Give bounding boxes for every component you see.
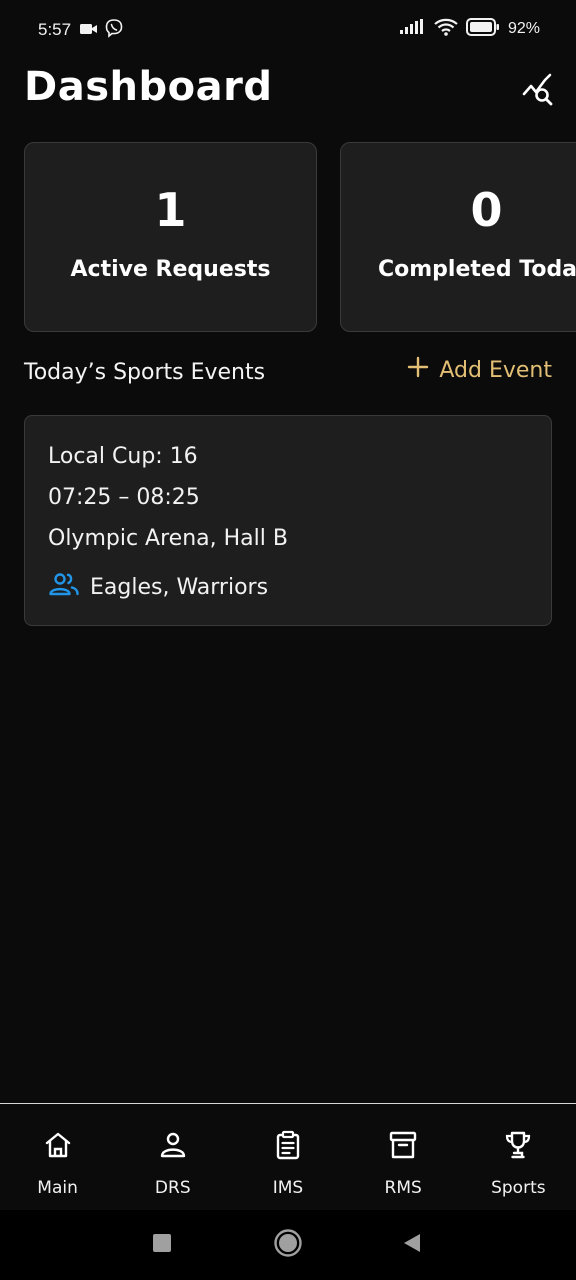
status-bar: 5:57 92%: [0, 0, 576, 64]
event-title: Local Cup: 16: [48, 444, 198, 469]
bottom-nav: Main DRS IMS RMS Sports: [0, 1103, 576, 1210]
person-icon: [158, 1130, 188, 1164]
nav-label: RMS: [384, 1178, 422, 1198]
status-right: 92%: [399, 18, 540, 40]
home-system-button[interactable]: [271, 1228, 305, 1262]
signal-icon: [399, 19, 426, 39]
nav-item-main[interactable]: Main: [0, 1104, 115, 1210]
people-icon: [48, 571, 80, 603]
home-icon: [43, 1130, 73, 1164]
nav-item-rms[interactable]: RMS: [346, 1104, 461, 1210]
nav-label: Sports: [491, 1178, 546, 1198]
back-button[interactable]: [395, 1228, 429, 1262]
nav-label: Main: [37, 1178, 78, 1198]
video-icon: [80, 21, 98, 40]
circle-icon: [273, 1228, 303, 1262]
chart-search-button[interactable]: [518, 72, 558, 112]
event-venue: Olympic Arena, Hall B: [48, 526, 288, 551]
nav-label: IMS: [272, 1178, 304, 1198]
stats-row: 1 Active Requests 0 Completed Today: [24, 142, 576, 334]
event-teams-row: Eagles, Warriors: [48, 571, 268, 603]
nav-item-sports[interactable]: Sports: [461, 1104, 576, 1210]
event-card[interactable]: Local Cup: 16 07:25 – 08:25 Olympic Aren…: [24, 415, 552, 626]
stat-card-active-requests[interactable]: 1 Active Requests: [24, 142, 317, 332]
event-time: 07:25 – 08:25: [48, 485, 200, 510]
stat-label: Completed Today: [378, 257, 576, 282]
stat-value: 1: [154, 183, 187, 237]
square-icon: [152, 1233, 172, 1257]
add-event-label: Add Event: [439, 357, 552, 383]
back-triangle-icon: [401, 1232, 423, 1258]
add-event-button[interactable]: Add Event: [407, 356, 552, 384]
nav-item-ims[interactable]: IMS: [230, 1104, 345, 1210]
event-teams: Eagles, Warriors: [90, 574, 269, 600]
wifi-icon: [434, 18, 458, 40]
trophy-icon: [503, 1130, 533, 1164]
battery-icon: [465, 18, 500, 40]
stat-value: 0: [470, 183, 503, 237]
archive-icon: [388, 1130, 418, 1164]
nav-item-drs[interactable]: DRS: [115, 1104, 230, 1210]
clipboard-icon: [273, 1130, 303, 1164]
stat-card-completed-today[interactable]: 0 Completed Today: [340, 142, 576, 332]
chart-search-icon: [521, 73, 555, 111]
stat-label: Active Requests: [70, 257, 271, 282]
status-left-icons: [80, 18, 124, 42]
system-nav-bar: [0, 1210, 576, 1280]
nav-label: DRS: [154, 1178, 191, 1198]
page-title: Dashboard: [24, 64, 273, 110]
status-time: 5:57: [38, 20, 72, 39]
viber-icon: [104, 18, 124, 42]
battery-percent: 92%: [507, 20, 540, 37]
recents-button[interactable]: [145, 1228, 179, 1262]
plus-icon: [407, 356, 429, 384]
section-title: Today’s Sports Events: [24, 360, 266, 385]
